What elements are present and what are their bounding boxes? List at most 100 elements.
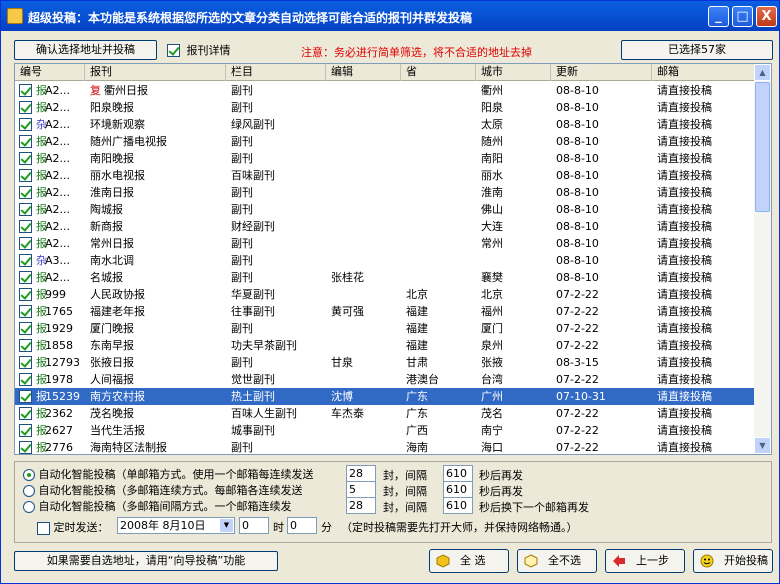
table-row[interactable]: 报 A2... 陶城报 副刊 佛山 08-8-10 请直接投稿 <box>15 201 755 218</box>
row-checkbox[interactable] <box>19 305 32 318</box>
table-row[interactable]: 报 1978 人间福报 觉世副刊 港澳台 台湾 07-2-22 请直接投稿 <box>15 371 755 388</box>
scroll-thumb[interactable] <box>755 82 770 212</box>
table-row[interactable]: 报 999 人民政协报 华夏副刊 北京 北京 07-2-22 请直接投稿 <box>15 286 755 303</box>
table-row[interactable]: 报 1858 东南早报 功夫早茶副刊 福建 泉州 07-2-22 请直接投稿 <box>15 337 755 354</box>
table-row[interactable]: 报 A2... 阳泉晚报 副刊 阳泉 08-8-10 请直接投稿 <box>15 99 755 116</box>
col-header-column[interactable]: 栏目 <box>226 64 326 81</box>
row-checkbox[interactable] <box>19 441 32 454</box>
row-checkbox[interactable] <box>19 424 32 437</box>
row-checkbox[interactable] <box>19 407 32 420</box>
table-row[interactable]: 杂 A3... 南水北调 副刊 08-8-10 请直接投稿 <box>15 252 755 269</box>
row-city: 太原 <box>481 118 503 131</box>
row-col: 副刊 <box>231 322 253 335</box>
notice-text: 注意：务必进行简单筛选，将不合适的地址去掉 <box>301 46 532 59</box>
option-multi-interval[interactable]: 自动化智能投稿（多邮箱间隔方式。一个邮箱连续发 <box>23 498 292 514</box>
col-header-paper[interactable]: 报刊 <box>85 64 226 81</box>
row-checkbox[interactable] <box>19 237 32 250</box>
table-row[interactable]: 报 A2... 随州广播电视报 副刊 随州 08-8-10 请直接投稿 <box>15 133 755 150</box>
radio-multi-interval[interactable] <box>23 501 35 513</box>
row-checkbox[interactable] <box>19 186 32 199</box>
scroll-up-icon[interactable]: ▲ <box>754 64 771 81</box>
interval-count-input[interactable]: 28 <box>346 497 376 514</box>
col-header-province[interactable]: 省 <box>401 64 476 81</box>
table-row[interactable]: 报 A2... 名城报 副刊 张桂花 襄樊 08-8-10 请直接投稿 <box>15 269 755 286</box>
select-none-button[interactable]: 全不选 <box>517 549 597 573</box>
row-checkbox[interactable] <box>19 118 32 131</box>
row-checkbox[interactable] <box>19 271 32 284</box>
timer-checkbox[interactable] <box>37 521 50 535</box>
row-checkbox[interactable] <box>19 101 32 114</box>
table-row[interactable]: 报 A2... 南阳晚报 副刊 南阳 08-8-10 请直接投稿 <box>15 150 755 167</box>
row-checkbox[interactable] <box>19 254 32 267</box>
row-checkbox[interactable] <box>19 288 32 301</box>
row-checkbox[interactable] <box>19 135 32 148</box>
table-row[interactable]: 报 A2... 常州日报 副刊 常州 08-8-10 请直接投稿 <box>15 235 755 252</box>
table-row[interactable]: 报 A2... 淮南日报 副刊 淮南 08-8-10 请直接投稿 <box>15 184 755 201</box>
table-row[interactable]: 报 2362 茂名晚报 百味人生副刊 车杰泰 广东 茂名 07-2-22 请直接投稿 <box>15 405 755 422</box>
table-row[interactable]: 报 15239 南方农村报 热土副刊 沈博 广东 广州 07-10-31 请直接投稿 <box>15 388 755 405</box>
row-checkbox[interactable] <box>19 152 32 165</box>
option-single-mailbox[interactable]: 自动化智能投稿（单邮箱方式。使用一个邮箱每连续发送 <box>23 466 314 482</box>
col-header-city[interactable]: 城市 <box>476 64 551 81</box>
row-col: 功夫早茶副刊 <box>231 339 297 352</box>
maximize-button[interactable]: □ <box>732 6 753 27</box>
row-mail: 请直接投稿 <box>657 407 712 420</box>
option-multi-continuous[interactable]: 自动化智能投稿（多邮箱连续方式。每邮箱各连续发送 <box>23 482 303 498</box>
minimize-button[interactable]: _ <box>708 6 729 27</box>
option-multi-continuous-label: 自动化智能投稿（多邮箱连续方式。每邮箱各连续发送 <box>38 484 303 497</box>
table-row[interactable]: 报 12793 张掖日报 副刊 甘泉 甘肃 张掖 08-3-15 请直接投稿 <box>15 354 755 371</box>
app-icon <box>7 8 23 24</box>
multi-interval-input[interactable]: 610 <box>443 481 473 498</box>
scroll-down-icon[interactable]: ▼ <box>754 437 771 454</box>
row-checkbox[interactable] <box>19 339 32 352</box>
radio-single-mailbox[interactable] <box>23 469 35 481</box>
single-count-input[interactable]: 28 <box>346 465 376 482</box>
previous-step-button[interactable]: 上一步 <box>605 549 685 573</box>
table-row[interactable]: 报 2627 当代生活报 城事副刊 广西 南宁 07-2-22 请直接投稿 <box>15 422 755 439</box>
table-row[interactable]: 报 A2... 新商报 财经副刊 大连 08-8-10 请直接投稿 <box>15 218 755 235</box>
row-mail: 请直接投稿 <box>657 339 712 352</box>
start-submit-button[interactable]: 开始投稿 <box>693 549 773 573</box>
row-col: 副刊 <box>231 237 253 250</box>
vertical-scrollbar[interactable]: ▲ ▼ <box>754 64 771 454</box>
col-header-email[interactable]: 邮箱 <box>652 64 755 81</box>
select-all-button[interactable]: 全 选 <box>429 549 509 573</box>
col-header-editor[interactable]: 编辑 <box>326 64 401 81</box>
single-interval-input[interactable]: 610 <box>443 465 473 482</box>
chevron-down-icon[interactable]: ▼ <box>220 519 233 532</box>
table-row[interactable]: 报 A2... 丽水电视报 百味副刊 丽水 08-8-10 请直接投稿 <box>15 167 755 184</box>
row-checkbox[interactable] <box>19 356 32 369</box>
row-checkbox[interactable] <box>19 390 32 403</box>
row-col: 财经副刊 <box>231 220 275 233</box>
timer-date-picker[interactable]: 2008年 8月10日 ▼ <box>117 517 235 534</box>
row-date: 08-8-10 <box>556 118 599 131</box>
row-checkbox[interactable] <box>19 169 32 182</box>
row-checkbox[interactable] <box>19 84 32 97</box>
close-button[interactable]: X <box>756 6 777 27</box>
row-no: A3... <box>45 254 71 267</box>
table-row[interactable]: 报 2776 海南特区法制报 副刊 海南 海口 07-2-22 请直接投稿 <box>15 439 755 454</box>
timer-toggle[interactable]: 定时发送： <box>37 519 109 535</box>
detail-checkbox[interactable] <box>167 43 180 57</box>
row-col: 副刊 <box>231 356 253 369</box>
row-mail: 请直接投稿 <box>657 135 712 148</box>
timer-minute-input[interactable]: 0 <box>287 517 317 534</box>
row-prov: 福建 <box>406 322 428 335</box>
table-row[interactable]: 报复 A2... 衢州日报 副刊 衢州 08-8-10 请直接投稿 <box>15 82 755 99</box>
multi-tail: 秒后再发 <box>479 485 523 498</box>
row-checkbox[interactable] <box>19 220 32 233</box>
confirm-submit-button[interactable]: 确认选择地址并投稿 <box>14 40 157 60</box>
timer-hour-input[interactable]: 0 <box>239 517 269 534</box>
multi-count-input[interactable]: 5 <box>346 481 376 498</box>
detail-toggle[interactable]: 报刊详情 <box>167 42 231 58</box>
row-checkbox[interactable] <box>19 203 32 216</box>
table-row[interactable]: 报 1929 厦门晚报 副刊 福建 厦门 07-2-22 请直接投稿 <box>15 320 755 337</box>
interval-interval-input[interactable]: 610 <box>443 497 473 514</box>
table-row[interactable]: 杂 A2... 环境新观察 绿风副刊 太原 08-8-10 请直接投稿 <box>15 116 755 133</box>
table-row[interactable]: 报 1765 福建老年报 往事副刊 黄可强 福建 福州 07-2-22 请直接投稿 <box>15 303 755 320</box>
radio-multi-continuous[interactable] <box>23 485 35 497</box>
row-checkbox[interactable] <box>19 373 32 386</box>
col-header-updated[interactable]: 更新 <box>551 64 652 81</box>
col-header-no[interactable]: 编号 <box>15 64 85 81</box>
row-checkbox[interactable] <box>19 322 32 335</box>
